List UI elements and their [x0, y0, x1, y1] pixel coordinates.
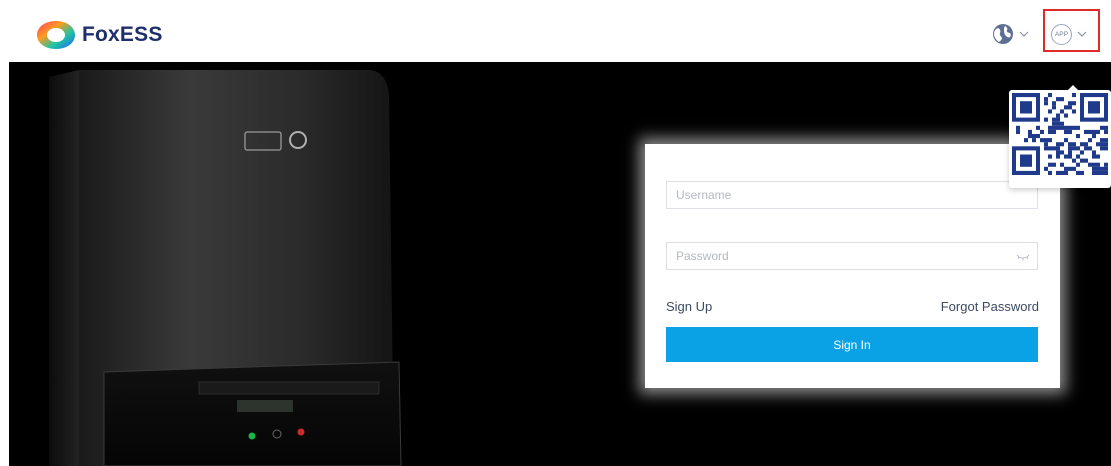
username-input[interactable]: Username [666, 181, 1038, 209]
app-download-button[interactable]: APP [1051, 23, 1097, 45]
globe-icon [993, 24, 1013, 44]
password-placeholder: Password [676, 249, 729, 263]
app-icon: APP [1051, 23, 1072, 45]
login-page: FoxESS APP Username Password Sign Up For… [0, 0, 1111, 466]
login-card: Username Password Sign Up Forgot Passwor… [645, 144, 1060, 388]
username-placeholder: Username [676, 188, 732, 202]
language-selector[interactable] [992, 22, 1040, 46]
chevron-down-icon [1077, 31, 1087, 37]
sign-up-link[interactable]: Sign Up [666, 299, 712, 314]
password-input[interactable]: Password [666, 242, 1038, 270]
hide-password-icon[interactable] [1016, 252, 1030, 262]
top-header: FoxESS APP [0, 0, 1111, 62]
popover-arrow [1067, 85, 1079, 91]
app-qr-popover [1009, 85, 1111, 188]
brand-name: FoxESS [82, 23, 163, 46]
chevron-down-icon [1019, 31, 1029, 37]
sign-in-button[interactable]: Sign In [666, 327, 1038, 362]
forgot-password-link[interactable]: Forgot Password [941, 299, 1039, 314]
foxess-logo-icon [37, 21, 75, 49]
qr-code-icon [1012, 93, 1108, 175]
